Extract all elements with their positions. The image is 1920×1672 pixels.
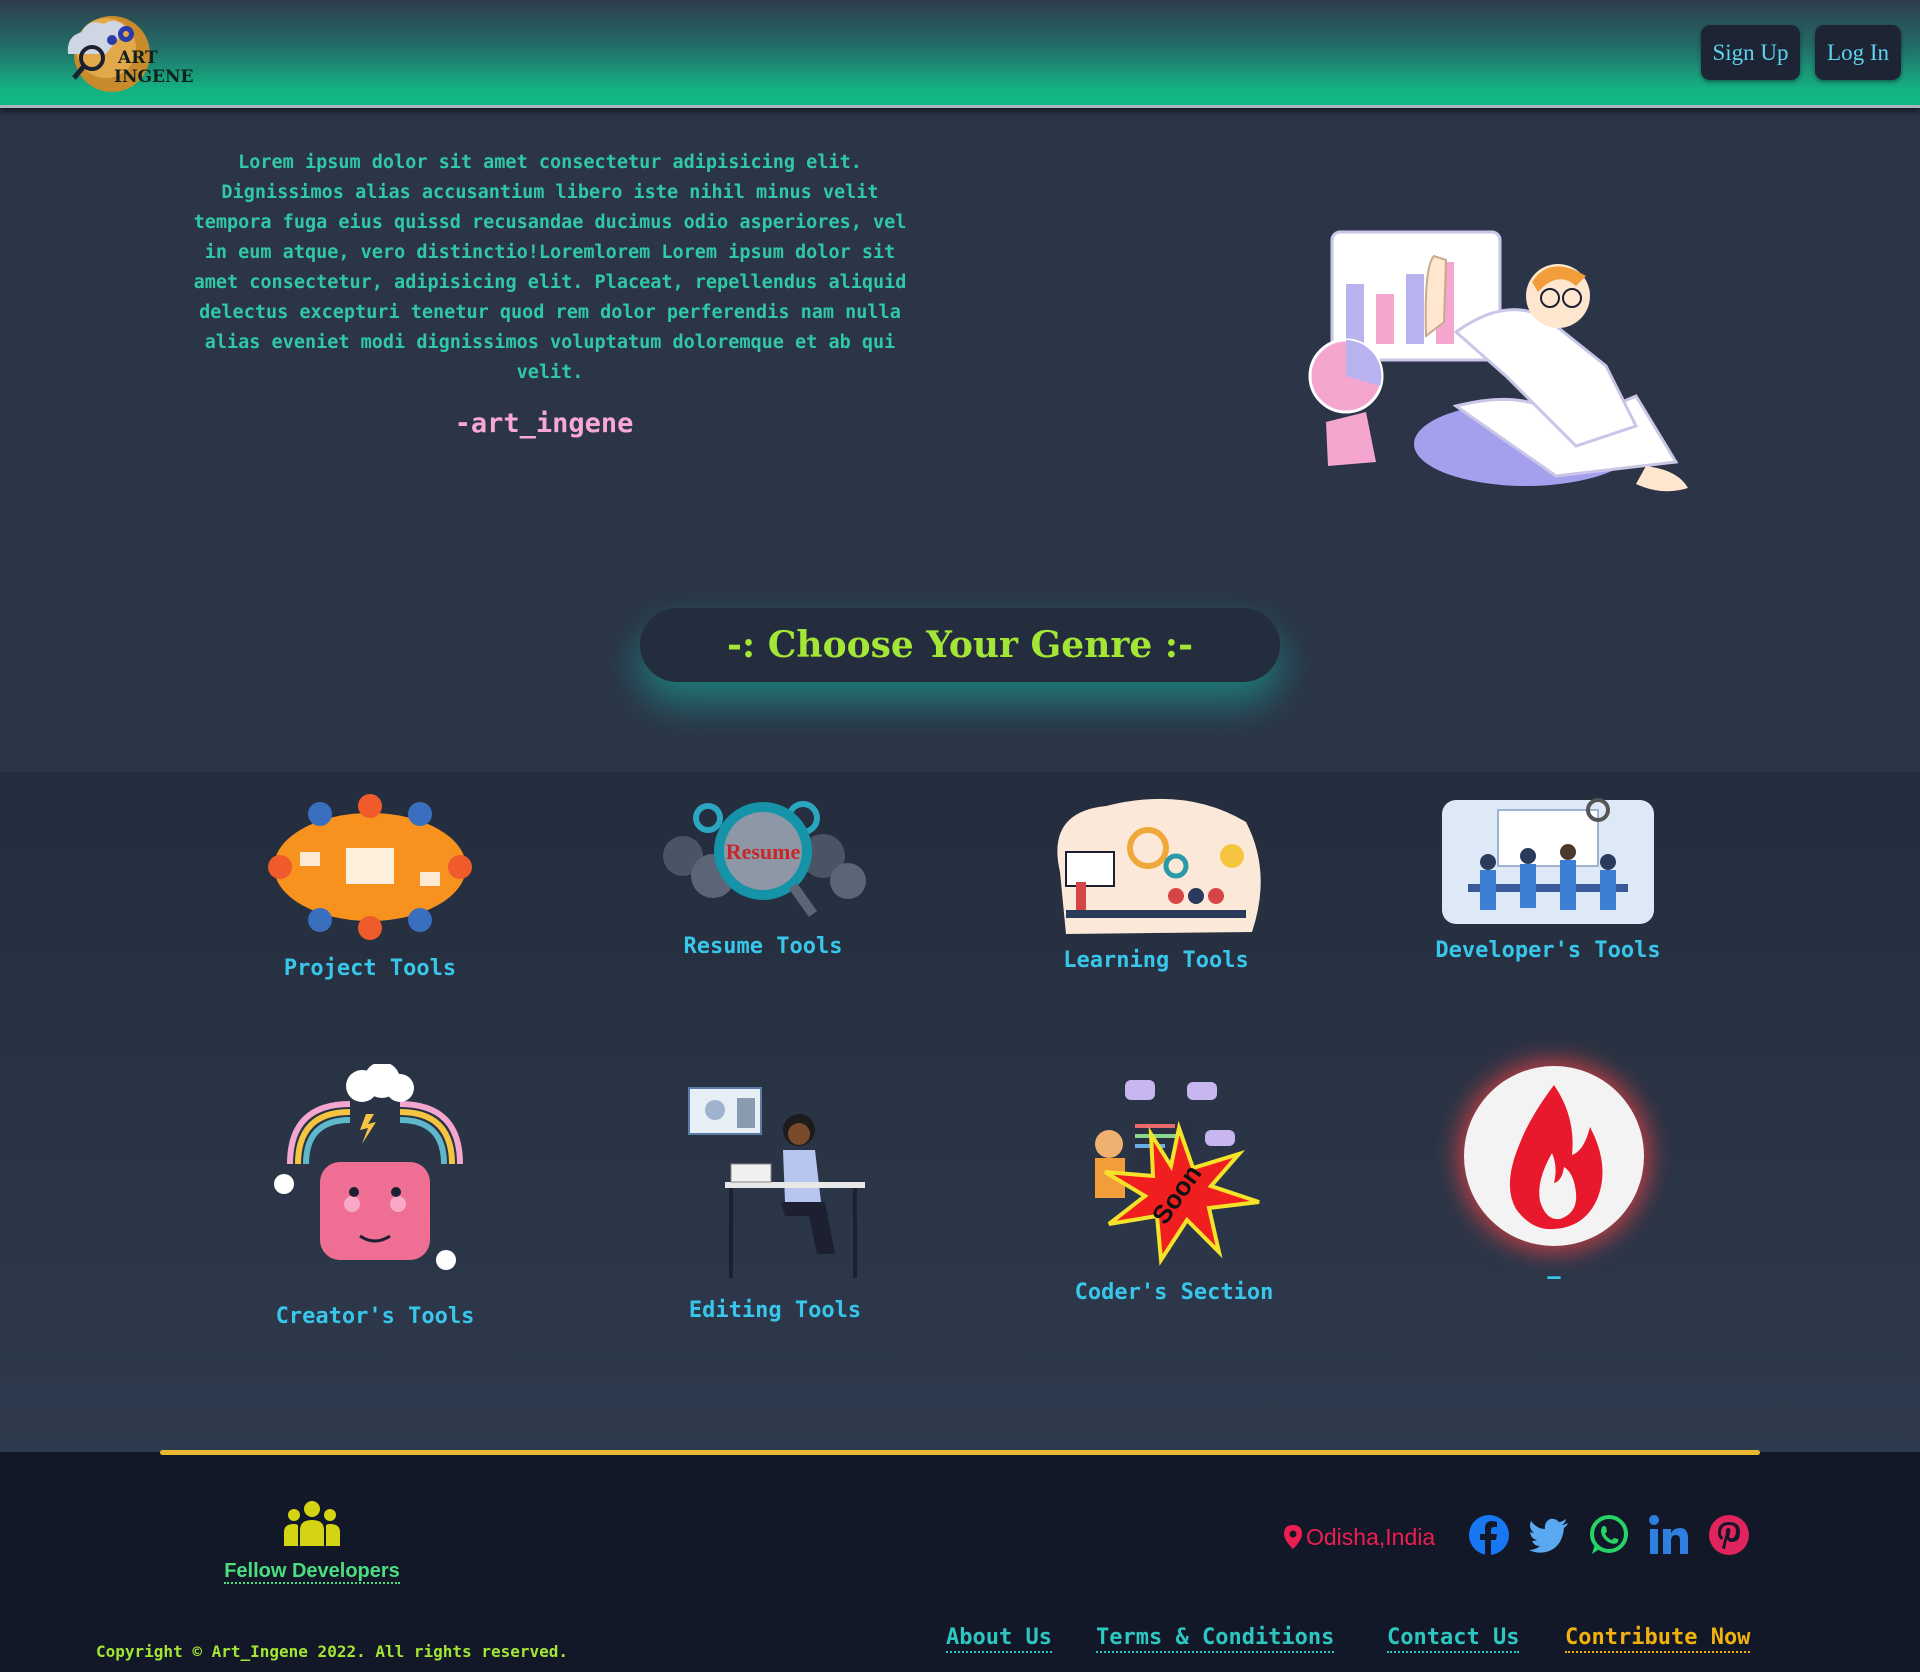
fellow-developers-label: Fellow Developers — [224, 1560, 400, 1584]
linkedin-icon[interactable] — [1648, 1514, 1690, 1556]
resume-magnifier-icon: Resume — [663, 801, 866, 917]
learning-tools-card[interactable]: Learning Tools — [1036, 792, 1276, 978]
footer-divider — [160, 1450, 1760, 1455]
fire-tool-card[interactable]: — — [1464, 1066, 1644, 1290]
signup-button[interactable]: Sign Up — [1701, 25, 1800, 80]
project-tools-card[interactable]: Project Tools — [250, 792, 490, 986]
resume-tools-label: Resume Tools — [683, 934, 843, 959]
logo-text-ingene: INGENE — [114, 67, 194, 87]
site-logo[interactable]: ART INGENE — [66, 14, 200, 94]
fellow-developers-link[interactable]: Fellow Developers — [200, 1500, 424, 1584]
location-text: Odisha,India — [1306, 1523, 1436, 1550]
editing-tools-card[interactable]: Editing Tools — [660, 1084, 890, 1328]
copyright-text: Copyright © Art_Ingene 2022. All rights … — [96, 1642, 569, 1661]
about-us-link[interactable]: About Us — [946, 1625, 1052, 1653]
facebook-icon[interactable] — [1468, 1514, 1510, 1556]
creators-tools-label: Creator's Tools — [275, 1304, 475, 1329]
fire-icon — [1509, 1085, 1603, 1230]
people-group-icon — [284, 1501, 340, 1546]
whatsapp-icon[interactable] — [1588, 1514, 1630, 1556]
creator-head-icon — [274, 1064, 463, 1270]
hero-quote: Lorem ipsum dolor sit amet consectetur a… — [193, 152, 907, 383]
learning-tools-label: Learning Tools — [1063, 948, 1249, 973]
contribute-now-link[interactable]: Contribute Now — [1565, 1625, 1751, 1653]
hero-signature: -art_ingene — [454, 408, 634, 439]
creators-tools-card[interactable]: Creator's Tools — [262, 1064, 488, 1334]
developers-tools-label: Developer's Tools — [1435, 938, 1661, 963]
developer-team-icon — [1442, 798, 1654, 924]
coder-soon-icon: Soon — [1095, 1080, 1260, 1266]
coders-section-card[interactable]: Soon Coder's Section — [1060, 1074, 1288, 1310]
team-meeting-icon — [268, 794, 472, 940]
twitter-icon[interactable] — [1528, 1514, 1570, 1556]
fire-tool-label: — — [1547, 1265, 1561, 1290]
site-header: ART INGENE Sign Up Log In — [0, 0, 1920, 108]
fire-circle — [1464, 1066, 1644, 1246]
project-tools-label: Project Tools — [283, 956, 457, 981]
learning-illustration-icon — [1057, 798, 1261, 934]
location: Odisha,India — [1284, 1522, 1435, 1552]
coders-section-label: Coder's Section — [1074, 1280, 1274, 1305]
editing-tools-label: Editing Tools — [688, 1298, 862, 1323]
editing-desk-icon — [688, 1087, 865, 1278]
map-pin-icon — [1284, 1525, 1302, 1549]
logo-text-art: ART — [118, 48, 158, 68]
contact-us-link[interactable]: Contact Us — [1387, 1625, 1520, 1653]
genre-heading: -: Choose Your Genre :- — [640, 608, 1280, 682]
svg-text:Resume: Resume — [726, 839, 801, 864]
terms-link[interactable]: Terms & Conditions — [1096, 1625, 1335, 1653]
social-links — [1468, 1514, 1750, 1556]
developers-tools-card[interactable]: Developer's Tools — [1428, 790, 1668, 968]
pinterest-icon[interactable] — [1708, 1514, 1750, 1556]
resume-tools-card[interactable]: Resume Resume Tools — [640, 796, 886, 964]
login-button[interactable]: Log In — [1815, 25, 1901, 80]
presenter-illustration — [1308, 230, 1688, 492]
